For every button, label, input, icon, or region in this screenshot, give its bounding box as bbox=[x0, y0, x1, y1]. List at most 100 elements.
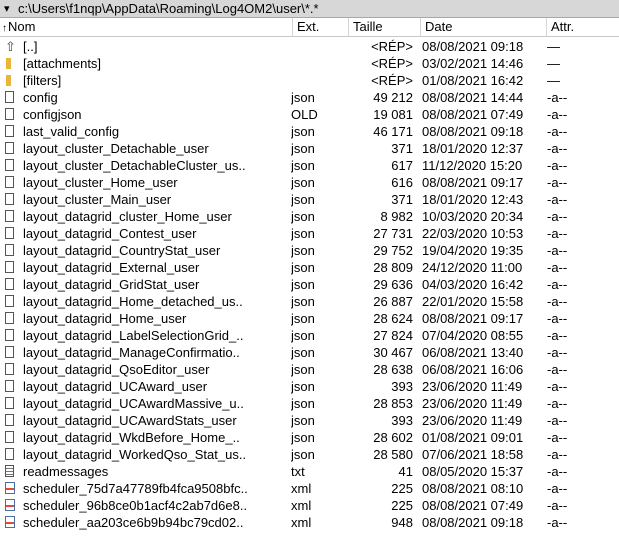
xml-file-icon bbox=[5, 497, 19, 514]
file-name: layout_cluster_Home_user bbox=[23, 175, 178, 190]
file-attr: -a-- bbox=[547, 209, 568, 224]
file-row[interactable]: layout_datagrid_LabelSelectionGrid_.. jso… bbox=[0, 327, 619, 344]
file-ext: txt bbox=[291, 464, 305, 479]
file-ext: json bbox=[291, 175, 315, 190]
file-row[interactable]: layout_datagrid_Home_detached_us.. json 26… bbox=[0, 293, 619, 310]
file-size: 19 081 bbox=[373, 107, 413, 122]
file-size: 41 bbox=[398, 464, 413, 479]
file-size: 28 624 bbox=[373, 311, 413, 326]
file-row[interactable]: [filters] <RÉP> 01/08/2021 16:42 — bbox=[0, 72, 619, 89]
column-name-header[interactable]: ↑Nom bbox=[0, 18, 293, 36]
file-ext: json bbox=[291, 243, 315, 258]
file-row[interactable]: layout_cluster_Home_user json 616 08/08/202… bbox=[0, 174, 619, 191]
file-date: 18/01/2020 12:43 bbox=[422, 192, 524, 207]
up-icon: ⇧ bbox=[5, 39, 16, 54]
file-icon bbox=[5, 327, 19, 344]
path-dropdown-icon[interactable]: ▾ bbox=[4, 0, 10, 18]
file-attr: -a-- bbox=[547, 464, 568, 479]
file-name: scheduler_96b8ce0b1acf4c2ab7d6e8.. bbox=[23, 498, 248, 513]
file-row[interactable]: ⇧ [..] <RÉP> 08/08/2021 09:18 — bbox=[0, 38, 619, 55]
file-name: layout_datagrid_WorkedQso_Stat_us.. bbox=[23, 447, 247, 462]
file-icon bbox=[5, 225, 19, 242]
file-icon bbox=[5, 276, 19, 293]
xml-file-icon bbox=[5, 480, 19, 497]
column-attr-header[interactable]: Attr. bbox=[547, 18, 619, 36]
file-name: [..] bbox=[23, 39, 38, 54]
path-bar[interactable]: ▾ c:\Users\f1nqp\AppData\Roaming\Log4OM2… bbox=[0, 0, 619, 18]
file-name: [attachments] bbox=[23, 56, 102, 71]
file-size: 26 887 bbox=[373, 294, 413, 309]
file-row[interactable]: layout_cluster_Detachable_user json 371 18/… bbox=[0, 140, 619, 157]
file-row[interactable]: layout_datagrid_Contest_user json 27 731 22… bbox=[0, 225, 619, 242]
file-row[interactable]: layout_datagrid_ManageConfirmatio.. json 3… bbox=[0, 344, 619, 361]
file-icon bbox=[5, 157, 19, 174]
file-size: 30 467 bbox=[373, 345, 413, 360]
file-icon bbox=[5, 123, 19, 140]
file-row[interactable]: layout_datagrid_External_user json 28 809 2… bbox=[0, 259, 619, 276]
column-date-header[interactable]: Date bbox=[421, 18, 547, 36]
file-row[interactable]: layout_datagrid_WkdBefore_Home_.. json 28 … bbox=[0, 429, 619, 446]
file-size: 393 bbox=[391, 379, 413, 394]
file-name: layout_datagrid_QsoEditor_user bbox=[23, 362, 210, 377]
file-size: 371 bbox=[391, 141, 413, 156]
column-header: ↑Nom Ext. Taille Date Attr. bbox=[0, 18, 619, 37]
file-row[interactable]: layout_datagrid_GridStat_user json 29 636 0… bbox=[0, 276, 619, 293]
file-row[interactable]: readmessages txt 41 08/05/2020 15:37 -a-- bbox=[0, 463, 619, 480]
file-row[interactable]: layout_datagrid_Home_user json 28 624 08/08… bbox=[0, 310, 619, 327]
file-row[interactable]: scheduler_96b8ce0b1acf4c2ab7d6e8.. xml 225… bbox=[0, 497, 619, 514]
file-size: 29 636 bbox=[373, 277, 413, 292]
text-file-icon bbox=[5, 463, 19, 480]
file-ext: json bbox=[291, 277, 315, 292]
file-row[interactable]: layout_datagrid_cluster_Home_user json 8 9… bbox=[0, 208, 619, 225]
column-ext-header[interactable]: Ext. bbox=[293, 18, 349, 36]
file-date: 19/04/2020 19:35 bbox=[422, 243, 524, 258]
current-path[interactable]: c:\Users\f1nqp\AppData\Roaming\Log4OM2\u… bbox=[18, 0, 319, 18]
column-size-header[interactable]: Taille bbox=[349, 18, 421, 36]
file-ext: json bbox=[291, 158, 315, 173]
file-ext: json bbox=[291, 226, 315, 241]
file-ext: json bbox=[291, 413, 315, 428]
file-ext: json bbox=[291, 430, 315, 445]
file-row[interactable]: scheduler_75d7a47789fb4fca9508bfc.. xml 22… bbox=[0, 480, 619, 497]
file-row[interactable]: configjson OLD 19 081 08/08/2021 07:49 -a-- bbox=[0, 106, 619, 123]
file-ext: json bbox=[291, 209, 315, 224]
file-date: 24/12/2020 11:00 bbox=[422, 260, 523, 275]
file-name: layout_cluster_Detachable_user bbox=[23, 141, 209, 156]
file-attr: -a-- bbox=[547, 243, 568, 258]
file-name: [filters] bbox=[23, 73, 62, 88]
file-row[interactable]: scheduler_aa203ce6b9b94bc79cd02.. xml 948 0… bbox=[0, 514, 619, 531]
file-attr: -a-- bbox=[547, 260, 568, 275]
file-size: 948 bbox=[391, 515, 413, 530]
file-row[interactable]: layout_cluster_Main_user json 371 18/01/202… bbox=[0, 191, 619, 208]
file-date: 08/08/2021 14:44 bbox=[422, 90, 524, 105]
file-date: 08/08/2021 07:49 bbox=[422, 107, 524, 122]
file-row[interactable]: layout_datagrid_UCAward_user json 393 23/06… bbox=[0, 378, 619, 395]
file-date: 01/08/2021 16:42 bbox=[422, 73, 524, 88]
file-row[interactable]: layout_datagrid_UCAwardMassive_u.. json 28… bbox=[0, 395, 619, 412]
file-name: layout_datagrid_CountryStat_user bbox=[23, 243, 221, 258]
file-name: layout_datagrid_Home_user bbox=[23, 311, 187, 326]
file-icon bbox=[5, 259, 19, 276]
file-size: 225 bbox=[391, 481, 413, 496]
file-date: 07/04/2020 08:55 bbox=[422, 328, 524, 343]
file-row[interactable]: layout_datagrid_WorkedQso_Stat_us.. json 2… bbox=[0, 446, 619, 463]
file-name: scheduler_75d7a47789fb4fca9508bfc.. bbox=[23, 481, 248, 496]
file-date: 22/01/2020 15:58 bbox=[422, 294, 524, 309]
file-row[interactable]: config json 49 212 08/08/2021 14:44 -a-- bbox=[0, 89, 619, 106]
file-attr: -a-- bbox=[547, 328, 568, 343]
file-size: 8 982 bbox=[380, 209, 413, 224]
file-row[interactable]: last_valid_config json 46 171 08/08/2021 09… bbox=[0, 123, 619, 140]
file-icon bbox=[5, 106, 19, 123]
file-row[interactable]: layout_datagrid_QsoEditor_user json 28 638… bbox=[0, 361, 619, 378]
file-row[interactable]: layout_cluster_DetachableCluster_us.. jso… bbox=[0, 157, 619, 174]
file-row[interactable]: [attachments] <RÉP> 03/02/2021 14:46 — bbox=[0, 55, 619, 72]
sort-ascending-icon: ↑ bbox=[2, 23, 7, 34]
file-size: 393 bbox=[391, 413, 413, 428]
file-size: 49 212 bbox=[373, 90, 413, 105]
file-attr: -a-- bbox=[547, 345, 568, 360]
file-attr: -a-- bbox=[547, 413, 568, 428]
file-row[interactable]: layout_datagrid_UCAwardStats_user json 393… bbox=[0, 412, 619, 429]
file-attr: -a-- bbox=[547, 277, 568, 292]
file-row[interactable]: layout_datagrid_CountryStat_user json 29 7… bbox=[0, 242, 619, 259]
file-ext: json bbox=[291, 294, 315, 309]
